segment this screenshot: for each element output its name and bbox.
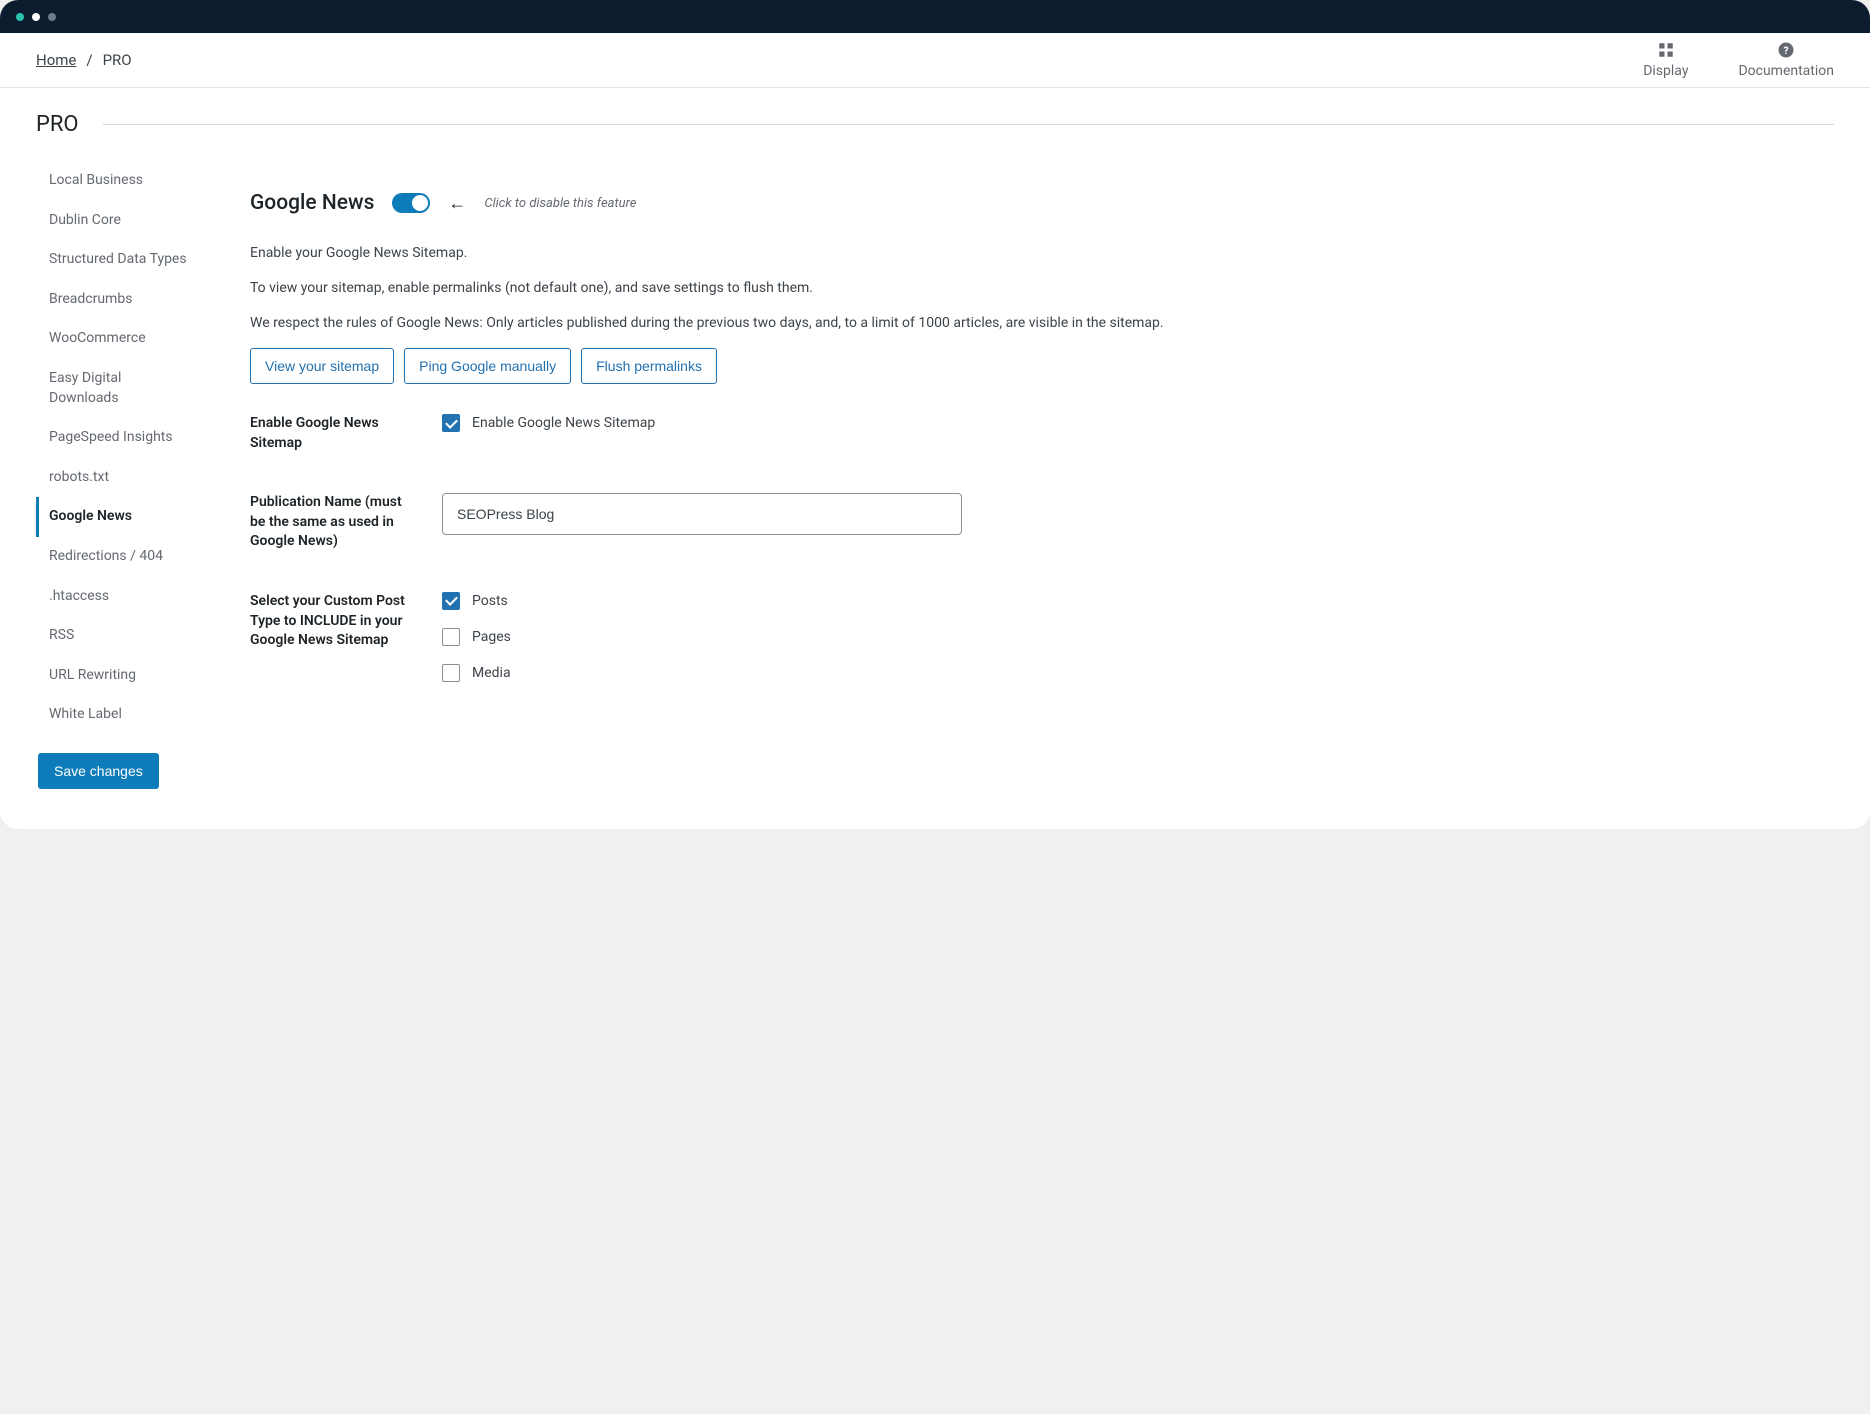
description-block: Enable your Google News Sitemap. To view… — [250, 243, 1806, 334]
save-button[interactable]: Save changes — [38, 753, 159, 789]
title-divider — [103, 124, 1834, 125]
page-title: PRO — [36, 112, 79, 137]
sidebar-item-easy-digital-downloads[interactable]: Easy Digital Downloads — [36, 359, 198, 418]
cpt-media-checkbox[interactable] — [442, 664, 460, 682]
breadcrumb-separator: / — [86, 51, 92, 69]
form-row-enable: Enable Google News Sitemap Enable Google… — [250, 414, 1806, 453]
traffic-light-green — [16, 13, 24, 21]
form-row-publication: Publication Name (must be the same as us… — [250, 493, 1806, 552]
sidebar-item-breadcrumbs[interactable]: Breadcrumbs — [36, 280, 198, 320]
section-title: Google News — [250, 191, 374, 215]
enable-sitemap-checkbox[interactable] — [442, 414, 460, 432]
top-bar: Home / PRO Display ? Documentation — [0, 33, 1870, 88]
sidebar-item-htaccess[interactable]: .htaccess — [36, 577, 198, 617]
cpt-media-label: Media — [472, 665, 511, 681]
traffic-light-white — [32, 13, 40, 21]
sidebar: Local Business Dublin Core Structured Da… — [36, 161, 198, 789]
cpt-label: Select your Custom Post Type to INCLUDE … — [250, 592, 418, 700]
sidebar-item-robots[interactable]: robots.txt — [36, 458, 198, 498]
sidebar-item-url-rewriting[interactable]: URL Rewriting — [36, 656, 198, 696]
ping-google-button[interactable]: Ping Google manually — [404, 348, 571, 384]
desc-line-3: We respect the rules of Google News: Onl… — [250, 313, 1806, 334]
publication-name-label: Publication Name (must be the same as us… — [250, 493, 418, 552]
top-actions: Display ? Documentation — [1643, 41, 1834, 79]
flush-permalinks-button[interactable]: Flush permalinks — [581, 348, 717, 384]
grid-icon — [1657, 41, 1675, 59]
window-chrome — [0, 0, 1870, 33]
content-panel: Google News ← Click to disable this feat… — [222, 161, 1834, 789]
display-button[interactable]: Display — [1643, 41, 1688, 79]
action-buttons: View your sitemap Ping Google manually F… — [250, 348, 1806, 384]
arrow-left-icon: ← — [448, 193, 466, 214]
sidebar-item-google-news[interactable]: Google News — [36, 497, 198, 537]
sidebar-item-rss[interactable]: RSS — [36, 616, 198, 656]
cpt-pages-checkbox[interactable] — [442, 628, 460, 646]
breadcrumb-current: PRO — [103, 51, 132, 69]
sidebar-item-structured-data[interactable]: Structured Data Types — [36, 240, 198, 280]
svg-text:?: ? — [1784, 44, 1789, 57]
sidebar-item-white-label[interactable]: White Label — [36, 695, 198, 735]
traffic-light-gray — [48, 13, 56, 21]
enable-sitemap-checkbox-label: Enable Google News Sitemap — [472, 415, 655, 431]
cpt-posts-checkbox[interactable] — [442, 592, 460, 610]
breadcrumb: Home / PRO — [36, 51, 132, 69]
sidebar-item-dublin-core[interactable]: Dublin Core — [36, 201, 198, 241]
enable-sitemap-label: Enable Google News Sitemap — [250, 414, 418, 453]
display-label: Display — [1643, 63, 1688, 79]
page-title-row: PRO — [0, 88, 1870, 145]
breadcrumb-home-link[interactable]: Home — [36, 51, 76, 69]
feature-toggle[interactable] — [392, 193, 430, 213]
sidebar-item-pagespeed[interactable]: PageSpeed Insights — [36, 418, 198, 458]
documentation-label: Documentation — [1738, 63, 1834, 79]
section-header: Google News ← Click to disable this feat… — [250, 191, 1806, 215]
cpt-pages-label: Pages — [472, 629, 511, 645]
help-icon: ? — [1777, 41, 1795, 59]
sidebar-item-woocommerce[interactable]: WooCommerce — [36, 319, 198, 359]
sidebar-item-local-business[interactable]: Local Business — [36, 161, 198, 201]
form-row-cpt: Select your Custom Post Type to INCLUDE … — [250, 592, 1806, 700]
toggle-hint: Click to disable this feature — [484, 196, 636, 211]
view-sitemap-button[interactable]: View your sitemap — [250, 348, 394, 384]
cpt-posts-label: Posts — [472, 593, 508, 609]
desc-line-1: Enable your Google News Sitemap. — [250, 243, 1806, 264]
publication-name-input[interactable] — [442, 493, 962, 535]
sidebar-item-redirections[interactable]: Redirections / 404 — [36, 537, 198, 577]
desc-line-2: To view your sitemap, enable permalinks … — [250, 278, 1806, 299]
documentation-button[interactable]: ? Documentation — [1738, 41, 1834, 79]
